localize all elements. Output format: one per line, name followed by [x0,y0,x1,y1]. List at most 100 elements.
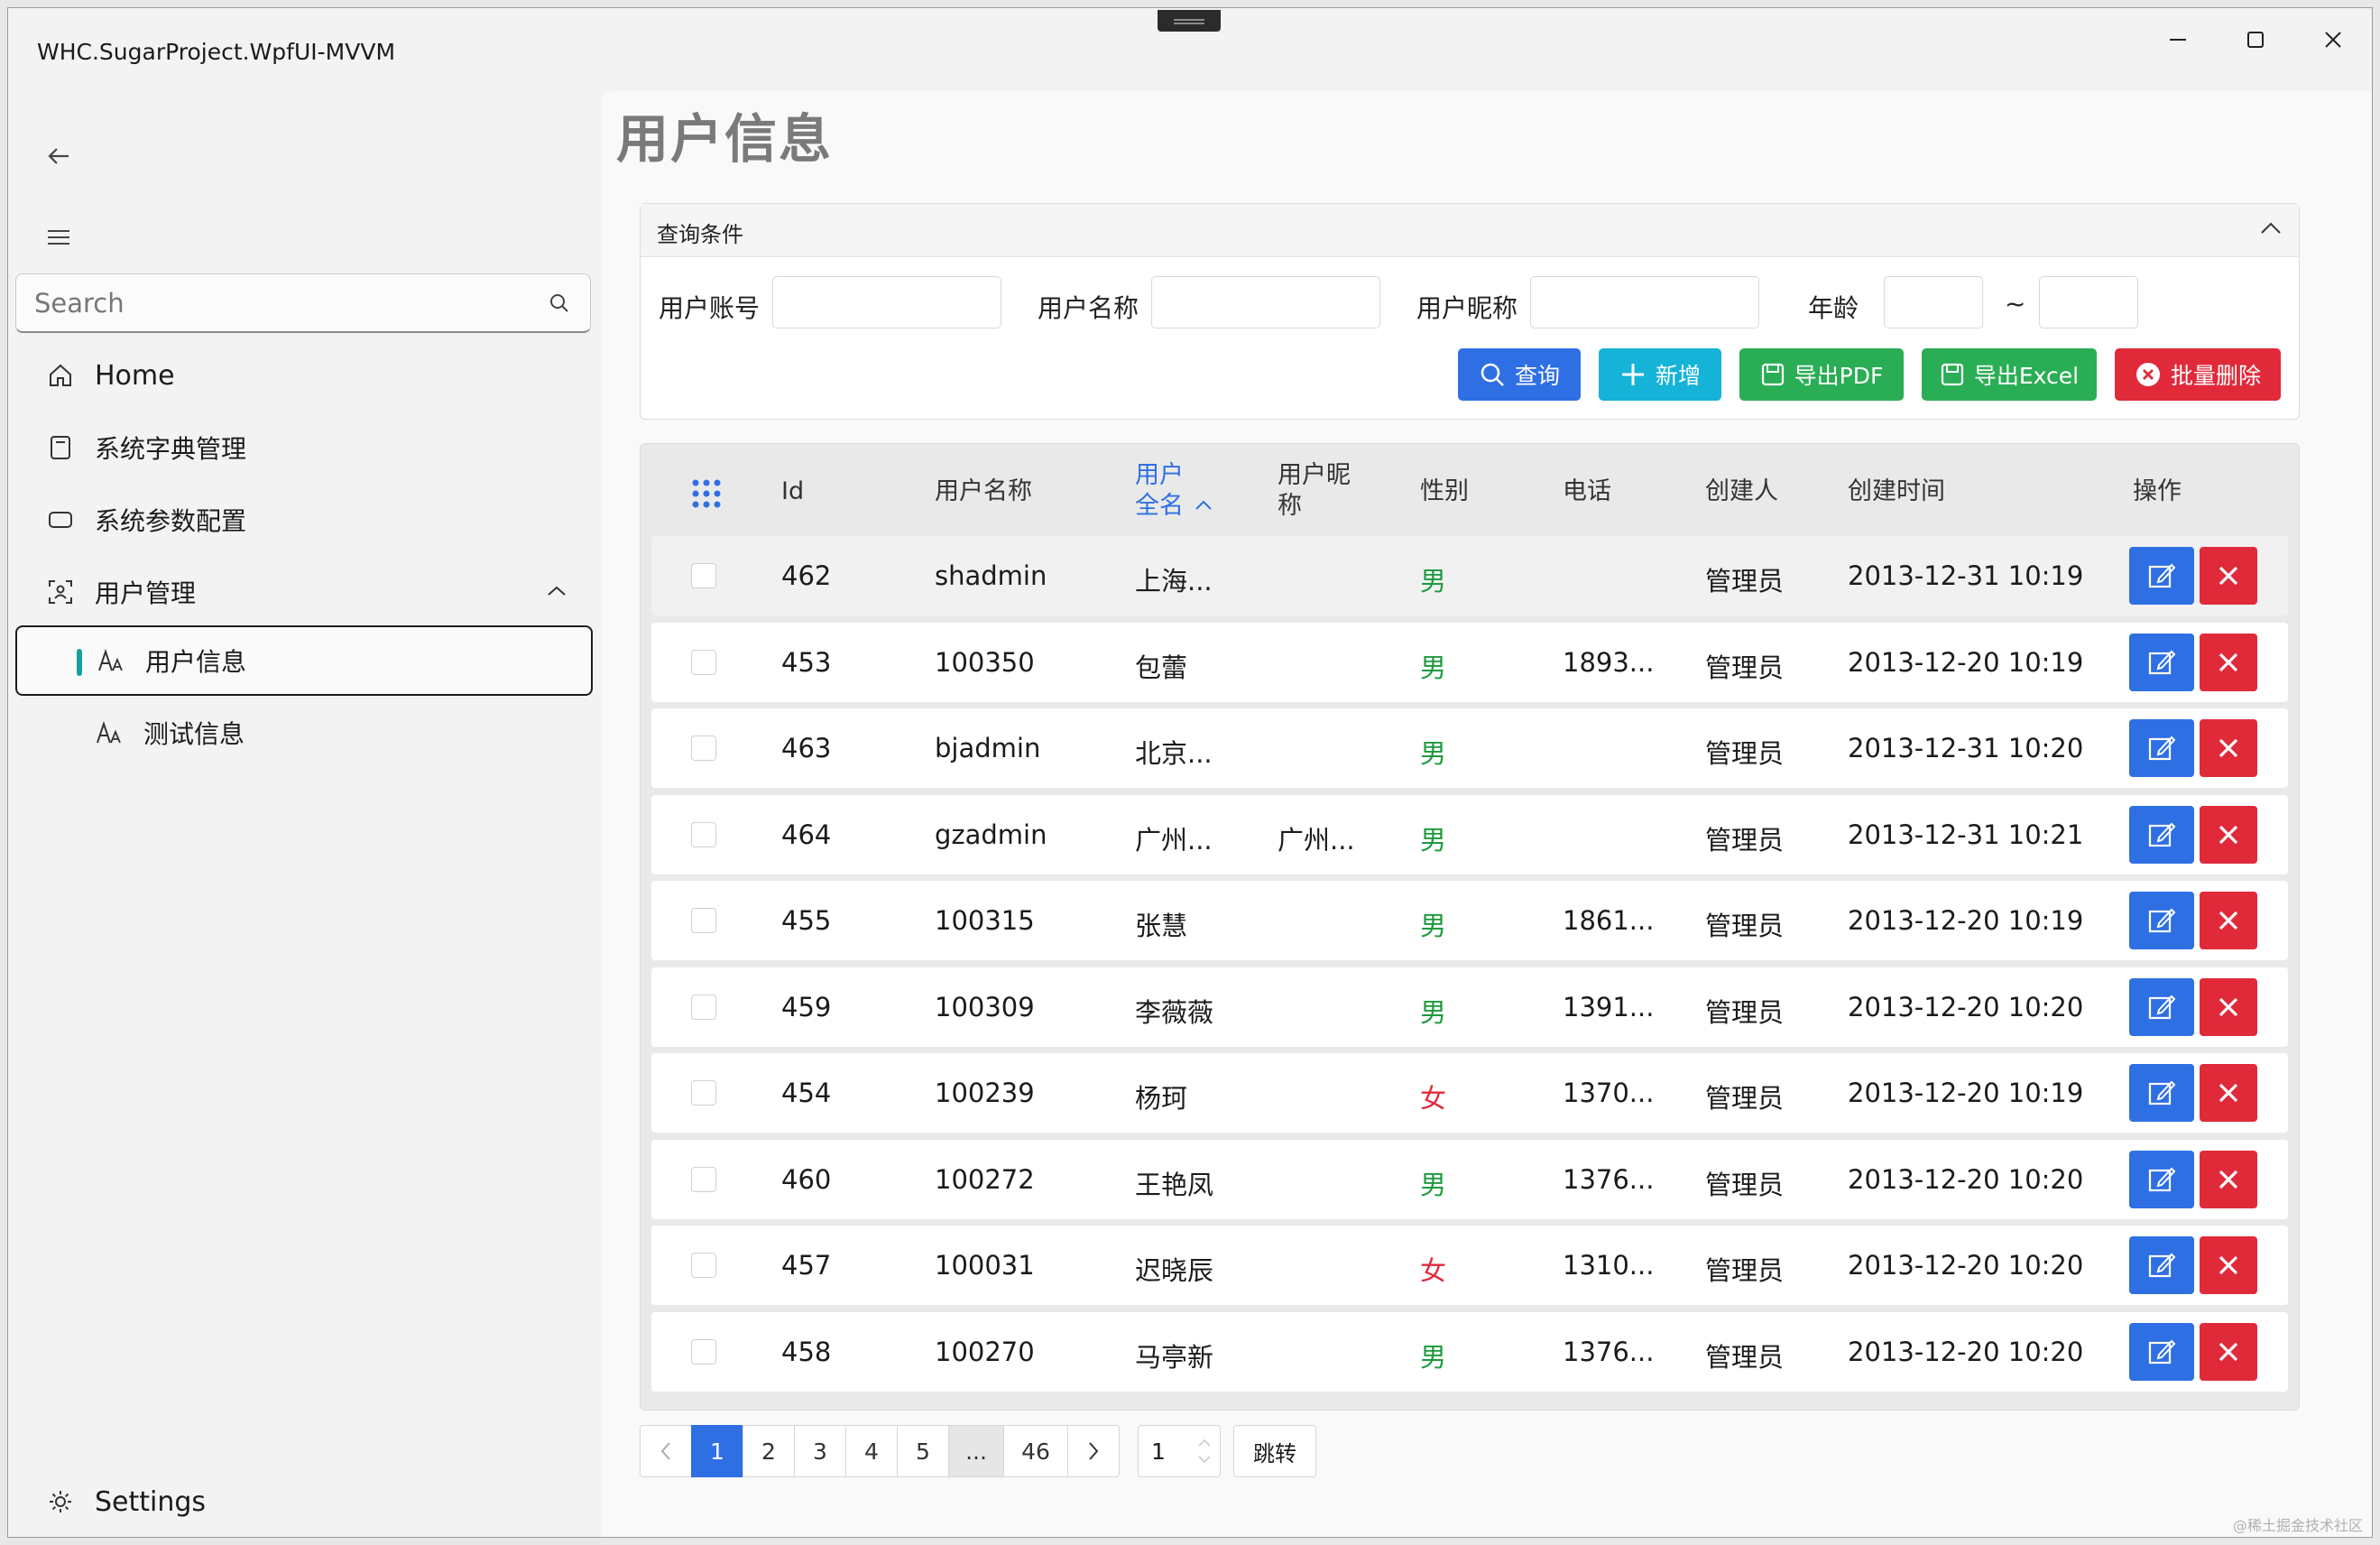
column-header-id[interactable]: Id [781,476,804,507]
edit-button[interactable] [2129,892,2194,949]
edit-button[interactable] [2129,1322,2194,1381]
page-button[interactable]: 2 [743,1425,795,1477]
username-input[interactable] [1151,276,1380,328]
column-chooser-icon[interactable] [691,478,722,509]
table-row[interactable]: 462 shadmin 上海... 男 管理员 2013-12-31 10:19 [651,536,2288,615]
page-button[interactable]: 3 [794,1425,846,1477]
search-button-label: 查询 [1514,363,1560,389]
delete-button[interactable] [2200,1322,2257,1381]
table-row[interactable]: 463 bjadmin 北京... 男 管理员 2013-12-31 10:20 [651,708,2288,788]
column-header-nickname[interactable]: 用户昵 称 [1278,460,1351,522]
row-checkbox[interactable] [691,1080,716,1106]
search-input[interactable] [32,274,541,332]
page-button[interactable]: 4 [845,1425,898,1477]
close-window-button[interactable] [2294,8,2372,71]
sidebar-item-user-info[interactable]: 用户信息 [15,625,593,696]
jump-button[interactable]: 跳转 [1233,1425,1316,1477]
table-row[interactable]: 454 100239 杨珂 女 1370... 管理员 2013-12-20 10:19 [651,1053,2288,1133]
spinner-arrows-icon[interactable] [1196,1435,1213,1467]
column-header-gender[interactable]: 性别 [1420,476,1469,507]
maximize-icon [2247,32,2264,48]
next-page-button[interactable] [1067,1425,1120,1477]
age-to-input[interactable] [2039,276,2138,328]
search-icon [1481,363,1504,386]
row-checkbox[interactable] [691,1338,716,1365]
nickname-input[interactable] [1530,276,1759,328]
edit-button[interactable] [2129,1236,2194,1294]
sidebar-item-home[interactable]: Home [15,340,593,411]
edit-button[interactable] [2129,547,2194,605]
row-checkbox[interactable] [691,821,716,847]
prev-page-button[interactable] [640,1425,692,1477]
row-checkbox[interactable] [691,563,716,588]
export-pdf-button[interactable]: 导出PDF [1739,348,1904,401]
sidebar-item-dictionary[interactable]: 系统字典管理 [15,412,593,483]
delete-button[interactable] [2200,1236,2257,1294]
row-checkbox[interactable] [691,1166,716,1192]
page-button[interactable]: 46 [1003,1425,1068,1477]
delete-button[interactable] [2200,805,2257,864]
edit-icon [2148,1339,2176,1364]
table-row[interactable]: 455 100315 张慧 男 1861... 管理员 2013-12-20 10:19 [651,881,2288,960]
query-panel-header[interactable]: 查询条件 [641,204,2299,257]
edit-button[interactable] [2129,719,2194,777]
cell-id: 453 [781,646,832,678]
page-button[interactable]: 5 [897,1425,949,1477]
sidebar-item-test-info[interactable]: 测试信息 [15,698,593,768]
chevron-up-icon[interactable] [546,582,567,600]
table-row[interactable]: 457 100031 迟晓辰 女 1310... 管理员 2013-12-20 10:20 [651,1226,2288,1305]
table-row[interactable]: 458 100270 马亭新 男 1376... 管理员 2013-12-20 10:20 [651,1311,2288,1392]
search-icon[interactable] [549,292,570,314]
maximize-button[interactable] [2217,8,2294,71]
search-box[interactable] [15,273,591,333]
table-row[interactable]: 460 100272 王艳凤 男 1376... 管理员 2013-12-20 10:20 [651,1139,2288,1219]
hamburger-menu-button[interactable] [32,210,86,264]
close-icon [2219,1342,2238,1361]
delete-button[interactable] [2200,1064,2257,1122]
age-from-input[interactable] [1884,276,1983,328]
jump-page-input[interactable]: 1 [1138,1425,1221,1477]
table-row[interactable]: 459 100309 李薇薇 男 1391... 管理员 2013-12-20 10:20 [651,967,2288,1047]
snap-grip[interactable] [1158,10,1221,32]
column-header-phone[interactable]: 电话 [1563,476,1611,507]
row-checkbox[interactable] [691,649,716,675]
edit-button[interactable] [2129,805,2194,864]
minimize-button[interactable] [2139,8,2217,71]
row-checkbox[interactable] [691,994,716,1020]
edit-button[interactable] [2129,977,2194,1036]
delete-button[interactable] [2200,547,2257,605]
delete-button[interactable] [2200,719,2257,777]
row-checkbox[interactable] [691,908,716,933]
batch-delete-button[interactable]: 批量删除 [2115,348,2281,401]
column-header-fullname[interactable]: 用户 全名 [1135,460,1212,522]
row-checkbox[interactable] [691,735,716,761]
sidebar-item-settings[interactable]: Settings [15,1466,593,1537]
add-button[interactable]: 新增 [1599,348,1721,401]
delete-button[interactable] [2200,1150,2257,1208]
chevron-up-icon[interactable] [2259,218,2283,238]
sidebar-item-user-management[interactable]: 用户管理 [15,557,593,627]
table-row[interactable]: 464 gzadmin 广州... 广州... 男 管理员 2013-12-31 10:21 [651,794,2288,874]
cell-created: 2013-12-20 10:20 [1848,1336,2084,1367]
search-button[interactable]: 查询 [1458,348,1581,401]
page-ellipsis[interactable]: ... [948,1425,1004,1477]
delete-button[interactable] [2200,892,2257,949]
export-excel-button[interactable]: 导出Excel [1922,348,2097,401]
column-header-created[interactable]: 创建时间 [1848,476,1945,507]
back-button[interactable] [32,129,86,183]
page-button[interactable]: 1 [691,1425,743,1477]
edit-button[interactable] [2129,633,2194,691]
delete-button[interactable] [2200,977,2257,1036]
row-checkbox[interactable] [691,1253,716,1278]
cell-fullname: 包蕾 [1135,652,1188,683]
delete-button[interactable] [2200,633,2257,691]
edit-button[interactable] [2129,1150,2194,1208]
cell-created: 2013-12-20 10:19 [1848,646,2084,678]
account-input[interactable] [772,276,1001,328]
sidebar-item-parameters[interactable]: 系统参数配置 [15,485,593,555]
column-header-creator[interactable]: 创建人 [1705,476,1778,507]
table-row[interactable]: 453 100350 包蕾 男 1893... 管理员 2013-12-20 10:19 [651,622,2288,702]
column-header-name[interactable]: 用户名称 [935,476,1032,507]
edit-button[interactable] [2129,1064,2194,1122]
cell-creator: 管理员 [1705,1083,1785,1114]
